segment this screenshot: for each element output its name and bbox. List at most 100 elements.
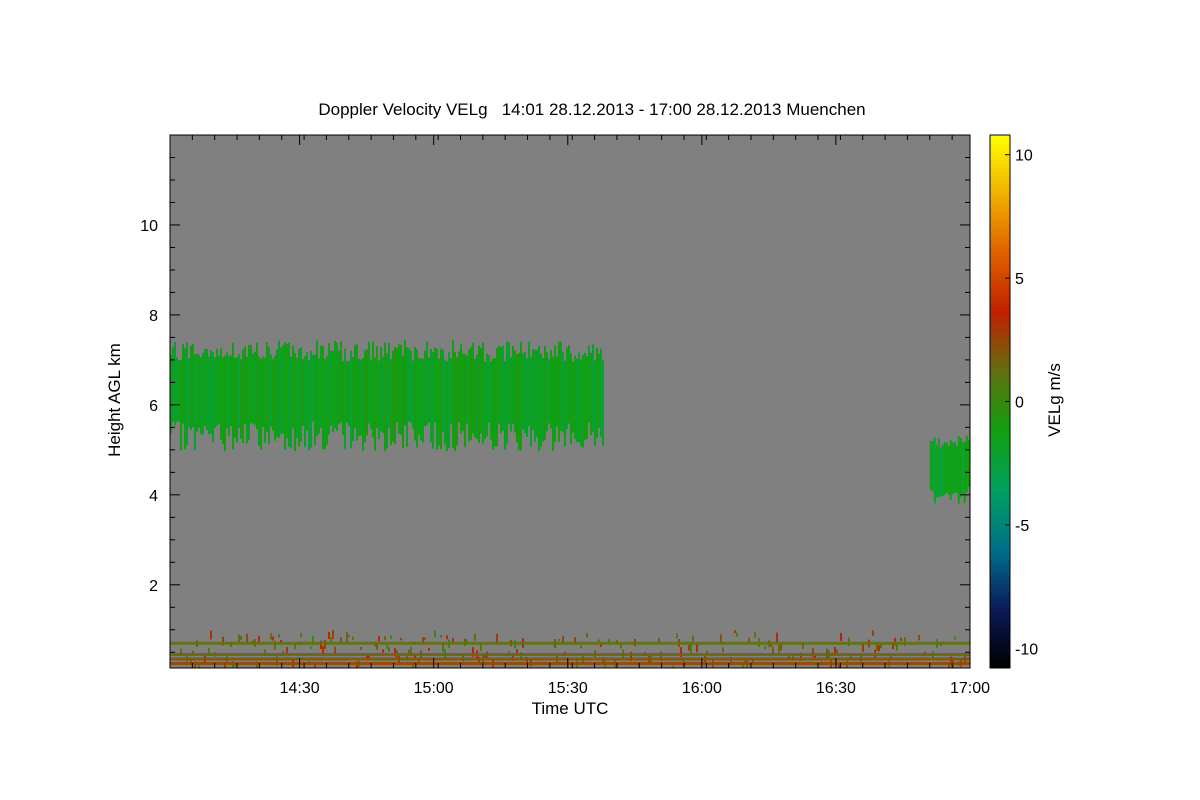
velocity-cell (360, 646, 362, 650)
velocity-cell (386, 353, 388, 449)
colorbar-tick-label: -10 (1015, 641, 1038, 658)
velocity-cell (496, 633, 498, 643)
velocity-cell (180, 360, 182, 451)
velocity-cell (961, 442, 964, 496)
velocity-cell (676, 633, 678, 639)
velocity-cell (378, 360, 380, 440)
velocity-cell (736, 632, 738, 637)
x-tick-label: 17:00 (950, 680, 990, 697)
velocity-cell (316, 340, 318, 436)
velocity-cell (314, 354, 316, 445)
velocity-cell (442, 349, 444, 432)
velocity-cell (262, 356, 264, 427)
y-tick-label: 6 (149, 398, 158, 415)
velocity-cell (424, 350, 426, 427)
velocity-cell (696, 643, 698, 653)
velocity-cell (454, 352, 456, 452)
velocity-cell (312, 354, 314, 422)
velocity-cell (328, 343, 330, 435)
velocity-cell (380, 346, 382, 432)
velocity-cell (424, 637, 426, 640)
velocity-cell (556, 356, 558, 428)
velocity-cell (734, 630, 736, 634)
velocity-cell (398, 343, 400, 434)
velocity-cell (174, 342, 176, 426)
velocity-cell (340, 341, 342, 423)
x-tick-label: 15:30 (548, 680, 588, 697)
velocity-cell (330, 350, 332, 426)
velocity-cell (302, 359, 304, 426)
feature-cloud-onset (929, 434, 970, 504)
velocity-cell (372, 341, 374, 438)
velocity-cell (436, 348, 438, 450)
velocity-cell (598, 639, 600, 643)
velocity-cell (434, 347, 436, 423)
velocity-cell (352, 636, 354, 641)
velocity-cell (590, 352, 592, 435)
velocity-cell (192, 343, 194, 427)
velocity-cell (188, 358, 190, 428)
velocity-cell (388, 342, 390, 429)
velocity-cell (448, 351, 450, 449)
velocity-cell (444, 359, 446, 445)
velocity-cell (176, 357, 178, 422)
velocity-cell (264, 357, 266, 443)
velocity-cell (578, 352, 580, 442)
velocity-cell (440, 348, 442, 450)
velocity-cell (494, 358, 496, 447)
velocity-cell (478, 345, 480, 443)
velocity-cell (238, 634, 240, 643)
velocity-cell (272, 636, 274, 641)
velocity-cell (524, 351, 526, 433)
velocity-cell (258, 356, 260, 446)
doppler-velocity-figure: Doppler Velocity VELg 14:01 28.12.2013 -… (105, 100, 1064, 718)
velocity-cell (486, 353, 488, 437)
velocity-cell (214, 357, 216, 429)
velocity-cell (336, 342, 338, 431)
velocity-cell (228, 356, 230, 437)
velocity-cell (308, 360, 310, 451)
velocity-cell (290, 356, 292, 449)
velocity-cell (224, 355, 226, 452)
velocity-cell (480, 347, 482, 434)
velocity-cell (520, 341, 522, 451)
velocity-cell (474, 633, 476, 641)
velocity-cell (266, 341, 268, 433)
velocity-cell (274, 355, 276, 441)
velocity-cell (951, 442, 954, 495)
velocity-cell (194, 354, 196, 451)
velocity-cell (416, 349, 418, 448)
velocity-cell (200, 357, 202, 435)
velocity-cell (706, 650, 708, 654)
velocity-cell (580, 645, 582, 649)
velocity-cell (592, 344, 594, 433)
velocity-cell (348, 360, 350, 427)
velocity-cell (878, 645, 880, 652)
velocity-cell (566, 347, 568, 430)
velocity-cell (846, 660, 848, 668)
velocity-cell (949, 439, 952, 500)
colorbar-tick-label: 0 (1015, 395, 1024, 412)
velocity-cell (564, 360, 566, 447)
x-tick-label: 15:00 (414, 680, 454, 697)
velocity-cell (430, 348, 432, 443)
velocity-cell (460, 343, 462, 434)
velocity-cell (240, 635, 242, 641)
velocity-cell (596, 347, 598, 438)
velocity-cell (572, 361, 574, 433)
velocity-cell (406, 347, 408, 447)
velocity-cell (546, 351, 548, 432)
velocity-cell (378, 636, 380, 642)
velocity-cell (326, 356, 328, 445)
velocity-cell (356, 344, 358, 441)
velocity-cell (466, 355, 468, 424)
velocity-cell (272, 359, 274, 431)
velocity-cell (426, 341, 428, 426)
velocity-cell (186, 342, 188, 446)
velocity-cell (282, 345, 284, 434)
velocity-cell (190, 345, 192, 430)
velocity-cell (222, 357, 224, 445)
velocity-cell (246, 356, 248, 444)
velocity-cell (438, 358, 440, 446)
velocity-cell (840, 632, 842, 641)
